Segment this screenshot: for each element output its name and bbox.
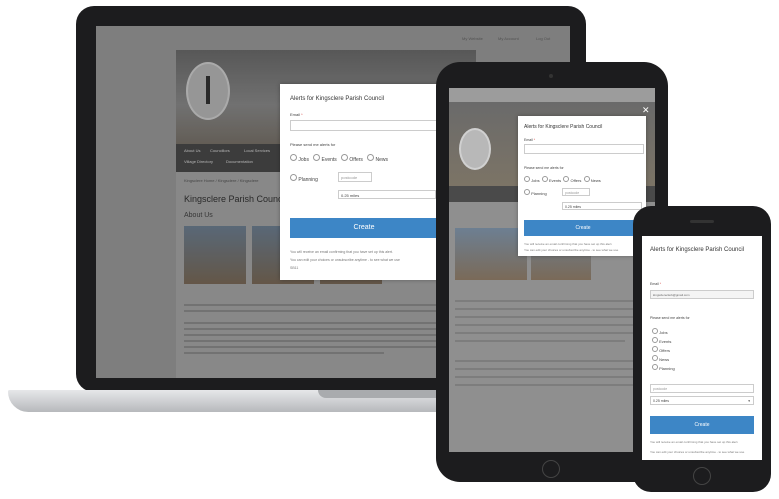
laptop-alerts-modal: Alerts for Kingsclere Parish Council Ema…	[280, 84, 438, 280]
radius-value: 0.25 miles	[341, 193, 360, 198]
required-mark: *	[659, 282, 662, 286]
email-input[interactable]	[290, 120, 438, 131]
close-icon[interactable]: ✕	[642, 106, 650, 115]
radius-select[interactable]: 0.25 miles	[562, 202, 642, 210]
tablet-site-top-nav	[449, 88, 655, 102]
gallery-photo[interactable]	[455, 228, 527, 280]
unsubscribe-note: You can edit your choices or unsubscribe…	[524, 248, 619, 252]
tablet-alerts-modal: Alerts for Kingsclere Parish Council Ema…	[518, 116, 646, 256]
option-news-label: News	[375, 157, 388, 163]
option-news-label: News	[590, 178, 601, 183]
planning-row: Planning	[290, 174, 318, 183]
option-planning-label: Planning	[659, 366, 675, 371]
create-button[interactable]: Create	[524, 220, 642, 236]
option-jobs-checkbox[interactable]	[524, 176, 530, 182]
confirm-note: You will receive an email confirming tha…	[650, 440, 739, 444]
option-offers-row[interactable]: Offers	[652, 346, 675, 355]
option-events-label: Events	[321, 157, 337, 163]
body-text-line	[455, 384, 635, 386]
option-offers-label: Offers	[659, 348, 670, 353]
chevron-down-icon: ▾	[748, 399, 750, 403]
option-events-checkbox[interactable]	[541, 176, 548, 182]
laptop-notch	[318, 390, 448, 398]
radius-select[interactable]: 0.25 miles ▾	[650, 396, 754, 405]
send-alerts-label: Please send me alerts for	[650, 316, 690, 320]
phone-speaker	[690, 220, 714, 223]
option-events-label: Events	[659, 339, 672, 344]
option-jobs-label: Jobs	[531, 178, 540, 183]
email-label: Email *	[290, 112, 303, 117]
tablet-camera	[549, 74, 553, 78]
postcode-input[interactable]: postcode	[338, 172, 372, 182]
confirm-note: You will receive an email confirming tha…	[524, 242, 613, 246]
option-list: Jobs Events Offers News Planning	[652, 328, 675, 373]
modal-title: Alerts for Kingsclere Parish Council	[524, 124, 603, 130]
modal-title: Alerts for Kingsclere Parish Council	[650, 247, 745, 253]
send-alerts-label: Please send me alerts for	[524, 166, 564, 170]
option-jobs-checkbox[interactable]	[652, 328, 658, 334]
modal-title: Alerts for Kingsclere Parish Council	[290, 96, 385, 102]
option-planning-checkbox[interactable]	[524, 189, 530, 195]
required-mark: *	[533, 138, 536, 142]
body-text-line	[455, 300, 649, 302]
send-alerts-label: Please send me alerts for	[290, 142, 336, 147]
option-news-row[interactable]: News	[652, 355, 675, 364]
body-text-line	[455, 308, 645, 310]
body-text-line	[455, 360, 649, 362]
radius-value: 0.25 miles	[565, 205, 581, 209]
option-news-checkbox[interactable]	[652, 355, 658, 361]
option-offers-label: Offers	[570, 178, 582, 183]
email-label: Email *	[524, 138, 536, 142]
option-offers-label: Offers	[349, 157, 363, 163]
option-jobs-label: Jobs	[659, 330, 668, 335]
required-mark: *	[301, 112, 303, 117]
phone-home-button[interactable]	[693, 467, 711, 485]
body-text-line	[455, 376, 649, 378]
option-jobs-row[interactable]: Jobs	[652, 328, 675, 337]
create-button[interactable]: Create	[650, 416, 754, 434]
option-offers-checkbox[interactable]	[652, 346, 658, 352]
option-jobs-checkbox[interactable]	[290, 154, 297, 161]
phone-screen: Alerts for Kingsclere Parish Council Ema…	[642, 236, 762, 460]
unsubscribe-note: You can edit your choices or unsubscribe…	[650, 450, 745, 454]
option-planning-checkbox[interactable]	[652, 364, 658, 370]
option-planning-checkbox[interactable]	[290, 174, 297, 181]
option-planning-label: Planning	[531, 191, 547, 196]
body-text-line	[455, 368, 645, 370]
planning-row: Planning	[524, 189, 547, 196]
option-offers-checkbox[interactable]	[563, 176, 570, 182]
option-planning-label: Planning	[298, 177, 318, 183]
create-button[interactable]: Create	[290, 218, 438, 238]
parish-crest-icon	[459, 128, 491, 170]
option-jobs-label: Jobs	[298, 157, 309, 163]
option-events-label: Events	[548, 178, 562, 183]
unsubscribe-note: You can edit your choices or unsubscribe…	[290, 258, 400, 262]
option-news-checkbox[interactable]	[367, 154, 375, 161]
option-events-checkbox[interactable]	[313, 154, 321, 161]
option-offers-checkbox[interactable]	[340, 154, 348, 161]
postcode-input[interactable]: postcode	[562, 188, 590, 196]
postcode-input[interactable]: postcode	[650, 384, 754, 393]
tablet-home-button[interactable]	[542, 460, 560, 478]
option-news-label: News	[659, 357, 670, 362]
email-label: Email *	[650, 282, 662, 286]
body-text-line	[455, 340, 625, 342]
email-input[interactable]	[524, 144, 644, 154]
option-row: Jobs Events Offers News	[290, 154, 388, 163]
option-events-row[interactable]: Events	[652, 337, 675, 346]
radius-select[interactable]: 0.25 miles	[338, 190, 436, 199]
confirm-note: You will receive an email confirming tha…	[290, 250, 393, 254]
body-text-line	[455, 332, 649, 334]
option-news-checkbox[interactable]	[583, 176, 590, 182]
option-planning-row[interactable]: Planning	[652, 364, 675, 373]
email-input[interactable]: kingsclereclerk@gmail.com	[650, 290, 754, 299]
option-events-checkbox[interactable]	[652, 337, 658, 343]
radius-value: 0.25 miles	[653, 399, 669, 403]
body-text-line	[455, 316, 649, 318]
body-text-line	[455, 324, 641, 326]
option-row: Jobs Events Offers News	[524, 176, 601, 183]
closing-text: SB11	[290, 266, 299, 270]
